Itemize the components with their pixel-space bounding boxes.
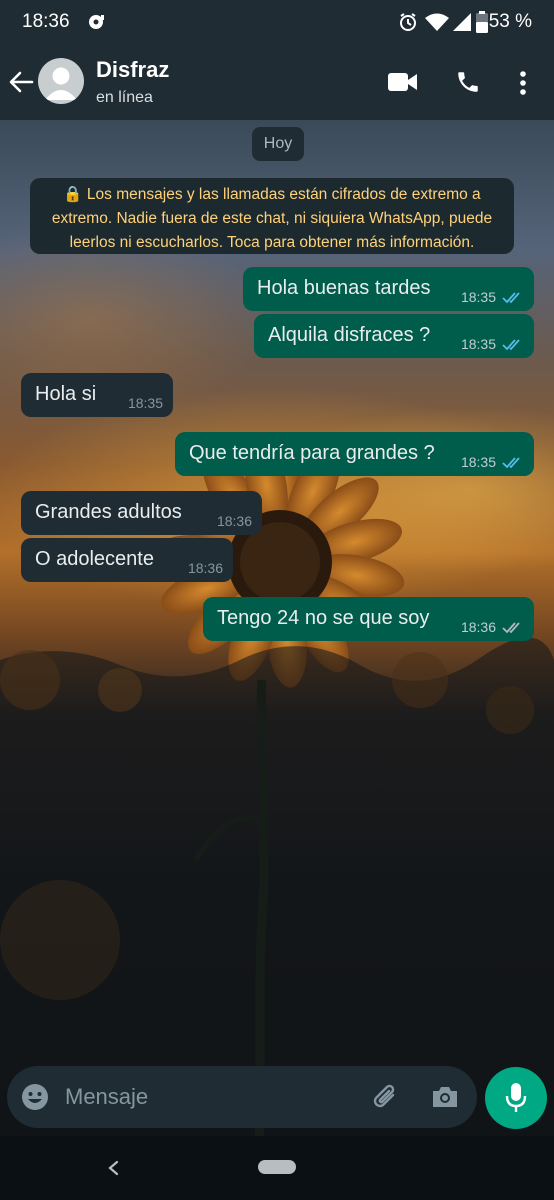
encryption-notice[interactable]: 🔒 Los mensajes y las llamadas están cifr…: [30, 178, 514, 254]
avatar-icon: [45, 67, 77, 100]
contact-name[interactable]: Disfraz: [96, 57, 169, 83]
message-bubble-incoming[interactable]: O adolecente 18:36: [21, 538, 233, 582]
signal-icon: [453, 13, 471, 31]
message-bubble-outgoing[interactable]: Alquila disfraces ? 18:35: [254, 314, 534, 358]
message-composer[interactable]: Mensaje: [7, 1066, 477, 1128]
notification-icon: [89, 15, 104, 29]
system-navigation-bar: [0, 1136, 554, 1200]
mic-icon: [505, 1083, 527, 1112]
message-time: 18:35: [460, 454, 496, 470]
read-ticks-icon: [502, 292, 520, 304]
home-pill[interactable]: [258, 1160, 296, 1174]
message-text: Alquila disfraces ?: [268, 324, 431, 346]
date-chip: Hoy: [252, 127, 304, 161]
voice-message-button[interactable]: [485, 1067, 547, 1129]
status-bar: 18:36 53 %: [0, 0, 554, 44]
message-bubble-outgoing[interactable]: Que tendría para grandes ? 18:35: [175, 432, 534, 476]
message-text: Grandes adultos: [35, 501, 182, 523]
attach-icon[interactable]: [371, 1083, 401, 1113]
chat-header: Disfraz en línea: [0, 44, 554, 120]
message-time: 18:35: [127, 395, 163, 411]
message-meta: 18:35: [461, 289, 524, 305]
contact-avatar[interactable]: [38, 58, 84, 104]
message-text: Hola buenas tardes: [257, 277, 431, 299]
message-bubble-incoming[interactable]: Grandes adultos 18:36: [21, 491, 262, 535]
message-input-placeholder[interactable]: Mensaje: [65, 1084, 148, 1110]
camera-icon[interactable]: [431, 1085, 459, 1109]
message-text: Tengo 24 no se que soy: [217, 607, 430, 629]
video-call-icon[interactable]: [388, 72, 418, 92]
read-ticks-icon: [502, 339, 520, 351]
emoji-icon[interactable]: [21, 1083, 49, 1111]
message-bubble-outgoing[interactable]: Hola buenas tardes 18:35: [243, 267, 534, 311]
alarm-icon: [400, 13, 416, 31]
phone-icon[interactable]: [455, 69, 481, 95]
message-meta: 18:36: [461, 619, 524, 635]
message-bubble-outgoing[interactable]: Tengo 24 no se que soy 18:36: [203, 597, 534, 641]
wifi-icon: [425, 13, 449, 31]
more-options-icon[interactable]: [519, 70, 527, 96]
message-time: 18:35: [460, 336, 496, 352]
back-arrow-icon[interactable]: [8, 70, 34, 94]
message-meta: 18:35: [461, 454, 524, 470]
message-time: 18:35: [460, 289, 496, 305]
message-text: Hola si: [35, 383, 97, 405]
nav-back-icon[interactable]: [106, 1160, 120, 1176]
battery-icon: [476, 11, 488, 33]
message-time: 18:36: [187, 560, 223, 576]
contact-status: en línea: [96, 89, 153, 106]
message-time: 18:36: [216, 513, 252, 529]
battery-percentage: 53 %: [488, 11, 532, 32]
status-time: 18:36: [22, 11, 70, 32]
message-meta: 18:35: [461, 336, 524, 352]
read-ticks-icon: [502, 457, 520, 469]
message-text: O adolecente: [35, 548, 154, 570]
message-time: 18:36: [460, 619, 496, 635]
message-text: Que tendría para grandes ?: [189, 442, 435, 464]
message-bubble-incoming[interactable]: Hola si 18:35: [21, 373, 173, 417]
delivered-ticks-icon: [502, 622, 520, 634]
